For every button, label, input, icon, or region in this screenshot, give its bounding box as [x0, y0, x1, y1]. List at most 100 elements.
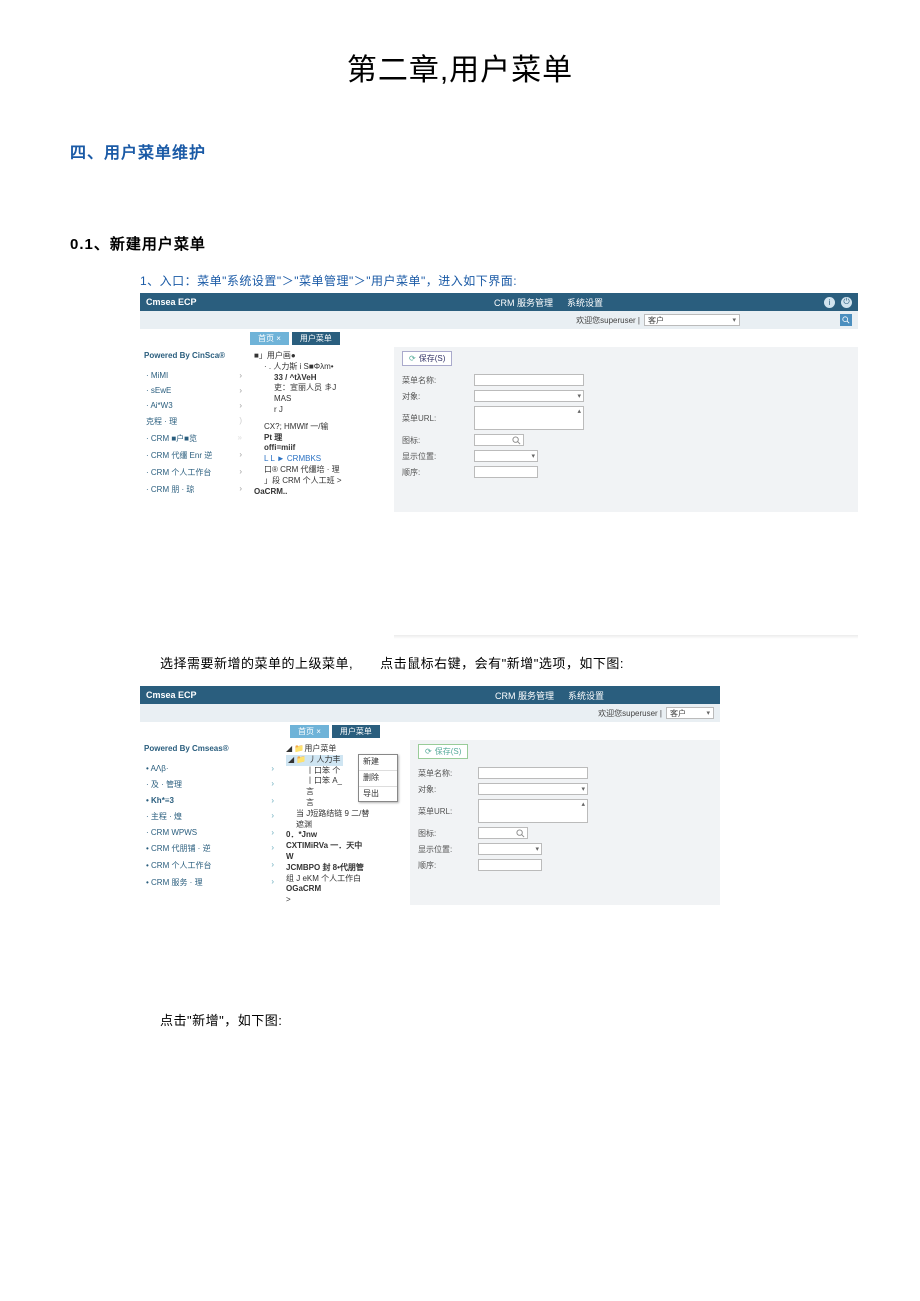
select-object[interactable]: ▾ [478, 783, 588, 795]
input-url[interactable]: ▴ [474, 406, 584, 430]
tree-node[interactable]: ■」用户画● [254, 351, 388, 362]
input-order[interactable] [474, 466, 538, 478]
label-menu-name: 菜单名称: [418, 768, 478, 779]
section-heading-4: 四、用户菜单维护 [70, 139, 920, 163]
caret-down-icon: ▾ [531, 452, 535, 460]
sidebar-item[interactable]: · sEwE› [140, 383, 248, 398]
input-icon[interactable] [478, 827, 528, 839]
tab-system-settings[interactable]: 系统设置 [568, 689, 604, 702]
label-order: 顺序: [402, 467, 474, 478]
page-title: 第二章,用户菜单 [0, 0, 920, 119]
welcome-text: 欢迎您superuser | [576, 315, 640, 326]
sidebar-item[interactable]: · CRM 朋 · 琼› [140, 481, 248, 498]
sidebar-item[interactable]: · CRM WPWS› [140, 825, 280, 840]
search-button[interactable] [840, 314, 852, 326]
sidebar-item[interactable]: 克程 · 理) [140, 413, 248, 430]
label-order: 顺序: [418, 860, 478, 871]
tree-node[interactable]: 当 J短路结链 9 二/替 [286, 809, 404, 820]
ctx-new[interactable]: 新建 [359, 755, 397, 771]
tree-view[interactable]: ◢ 📁用户菜单 ◢ 📁 丿人力丰 丨口笨 个 丨口笨 A_ 言 言 当 J短路结… [280, 740, 410, 910]
tree-node[interactable]: OGaCRM [286, 884, 404, 895]
chevron-right-icon: › [239, 467, 242, 478]
user-bar: 欢迎您superuser | 客户 ▾ [140, 704, 720, 722]
sidebar-item[interactable]: · MiMI› [140, 368, 248, 383]
tree-node[interactable]: · . 人力斯 i S■Φλm• [254, 362, 388, 373]
tree-node[interactable]: 吏：宣丽人员 丯J [254, 383, 388, 394]
ctx-delete[interactable]: 删除 [359, 771, 397, 787]
info-icon[interactable]: i [824, 297, 835, 308]
sidebar-item[interactable]: · 及 · 管理› [140, 776, 280, 793]
select-position[interactable]: ▾ [474, 450, 538, 462]
refresh-icon: ⟳ [409, 354, 416, 363]
power-icon[interactable]: ⏻ [841, 297, 852, 308]
input-menu-name[interactable] [478, 767, 588, 779]
client-select[interactable]: 客户 ▾ [666, 707, 714, 719]
sidebar-item[interactable]: • Kh*≡3 › [140, 793, 280, 808]
sidebar-item[interactable]: · CRM 代缰 Enr 逆› [140, 447, 248, 464]
tree-node[interactable]: 遮渊 [286, 820, 404, 831]
sidebar-item[interactable]: · 主程 · 煌› [140, 808, 280, 825]
tree-node[interactable]: CXTIMiRVa 一．天中 [286, 841, 404, 852]
caret-up-icon: ▴ [577, 407, 581, 415]
tree-node[interactable]: CX?; HMWlf 一/输 [254, 422, 388, 433]
label-url: 菜单URL: [418, 806, 478, 817]
crumb-current[interactable]: 用户菜单 [292, 332, 340, 345]
chevron-right-icon: » [238, 433, 242, 444]
tree-node[interactable]: r J [254, 405, 388, 416]
input-icon[interactable] [474, 434, 524, 446]
chevron-right-icon: › [271, 764, 274, 773]
tree-node[interactable]: > [286, 895, 404, 906]
sidebar-item[interactable]: • CRM 代朋铺 · 逆› [140, 840, 280, 857]
tree-node[interactable]: 0．*Jnw [286, 830, 404, 841]
tab-crm-service[interactable]: CRM 服务管理 [494, 296, 553, 309]
tree-node[interactable]: JCMBPO 封 8•代朋管 [286, 863, 404, 874]
input-order[interactable] [478, 859, 542, 871]
sidebar-item-label: • Kh*≡3 [146, 796, 174, 805]
sidebar-item[interactable]: · CRM ■户■览» [140, 430, 248, 447]
screenshot-2: Cmsea ECP CRM 服务管理 系统设置 欢迎您superuser | 客… [140, 686, 720, 890]
tree-node[interactable]: offi=miif [254, 443, 388, 454]
chevron-right-icon: › [239, 450, 242, 461]
chevron-right-icon: › [239, 484, 242, 495]
chevron-right-icon: ) [239, 416, 242, 427]
save-button[interactable]: ⟳ 保存(S) [402, 351, 452, 366]
app-brand: Cmsea ECP [146, 690, 197, 700]
chevron-right-icon: › [271, 796, 274, 805]
tab-system-settings[interactable]: 系统设置 [567, 296, 603, 309]
sidebar-item[interactable]: • CRM 个人工作台› [140, 857, 280, 874]
sidebar-item-label: • AΛβ· [146, 764, 169, 773]
input-url[interactable]: ▴ [478, 799, 588, 823]
subsection-heading-01: 0.1、新建用户菜单 [70, 233, 920, 254]
tree-node[interactable]: L L ► CRMBKS [254, 454, 388, 465]
sidebar-item[interactable]: · Ai*W3› [140, 398, 248, 413]
caret-down-icon: ▾ [706, 709, 710, 717]
sidebar-item[interactable]: · CRM 个人工作台› [140, 464, 248, 481]
app-topbar: Cmsea ECP CRM 服务管理 系统设置 [140, 686, 720, 704]
save-button[interactable]: ⟳ 保存(S) [418, 744, 468, 759]
select-object[interactable]: ▾ [474, 390, 584, 402]
input-menu-name[interactable] [474, 374, 584, 386]
tree-node[interactable]: 」段 CRM 个人工班 > [254, 476, 388, 487]
crumb-home[interactable]: 首页 × [250, 332, 289, 345]
sidebar-item[interactable]: • CRM 服务 · 理› [140, 874, 280, 891]
tab-crm-service[interactable]: CRM 服务管理 [495, 689, 554, 702]
app-topbar: Cmsea ECP CRM 服务管理 系统设置 i ⏻ [140, 293, 858, 311]
tree-node[interactable]: W [286, 852, 404, 863]
ctx-export[interactable]: 导出 [359, 787, 397, 802]
tree-node-selected[interactable]: ◢ 📁 丿人力丰 [286, 755, 343, 766]
tree-node[interactable]: 口® CRM 代缰培 · 理 [254, 465, 388, 476]
caption-1: 选择需要新增的菜单的上级菜单, 点击鼠标右键，会有"新增"选项，如下图: [160, 653, 920, 672]
tree-node[interactable]: 33 / ^tλVeH [254, 373, 388, 384]
tree-view[interactable]: ■」用户画● · . 人力斯 i S■Φλm• 33 / ^tλVeH 吏：宣丽… [248, 347, 394, 501]
tree-node[interactable]: OaCRM.. [254, 487, 388, 498]
caption-2: 点击"新增"，如下图: [160, 1010, 920, 1029]
sidebar-item[interactable]: • AΛβ· › [140, 761, 280, 776]
tree-node[interactable]: 组 J eKM 个人工作白 [286, 874, 404, 885]
tree-node[interactable]: Pt 理 [254, 433, 388, 444]
tree-node[interactable]: MAS [254, 394, 388, 405]
crumb-current[interactable]: 用户菜单 [332, 725, 380, 738]
select-position[interactable]: ▾ [478, 843, 542, 855]
client-select[interactable]: 客户 ▾ [644, 314, 740, 326]
crumb-home[interactable]: 首页 × [290, 725, 329, 738]
caret-down-icon: ▾ [732, 316, 736, 324]
